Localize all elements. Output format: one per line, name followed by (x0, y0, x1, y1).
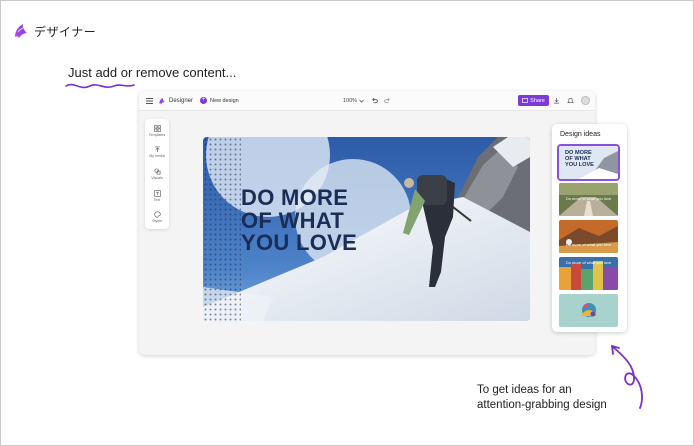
design-idea-thumb[interactable]: Do more of what you love (559, 257, 618, 290)
bell-icon (567, 98, 574, 103)
zoom-select[interactable]: 100% (343, 91, 364, 110)
canvas-headline-line: OF WHAT (241, 207, 345, 233)
sidebar-item-my-media[interactable]: My media (145, 146, 169, 158)
thumb-image (559, 294, 618, 327)
design-idea-thumb[interactable]: DO MORE OF WHAT YOU LOVE (557, 144, 620, 181)
grid-icon (153, 125, 161, 132)
thumb-caption: Do more of what you love (565, 196, 612, 201)
shapes-icon (154, 168, 160, 175)
share-icon (522, 98, 529, 103)
download-icon (553, 97, 560, 104)
curly-arrow-icon (611, 345, 643, 409)
sidebar-item-label: Templates (148, 133, 166, 137)
canvas-headline-line: DO MORE (241, 185, 349, 210)
menu-button[interactable] (146, 91, 153, 110)
sidebar-item-label: Text (153, 198, 161, 202)
new-design-label: New design (210, 97, 239, 104)
tool-sidebar: Templates My media Visuals Text Styles (145, 119, 169, 229)
sidebar-item-templates[interactable]: Templates (145, 125, 169, 137)
plus-icon: + (200, 97, 207, 104)
design-ideas-panel: Design ideas DO MORE OF WHAT YOU LOVE Do… (552, 124, 627, 332)
hamburger-icon (146, 97, 153, 104)
download-button[interactable] (553, 91, 560, 110)
tip-text: To get ideas for an attention-grabbing d… (477, 383, 607, 413)
new-design-button[interactable]: + New design (200, 91, 239, 110)
share-label: Share (530, 97, 545, 104)
underline-squiggle (65, 83, 135, 89)
account-button[interactable] (581, 91, 590, 110)
designer-logo-icon (15, 24, 27, 38)
undo-button[interactable] (371, 91, 378, 110)
palette-icon (153, 211, 161, 218)
redo-button[interactable] (384, 91, 391, 110)
designer-brand: デザイナー (12, 22, 96, 40)
thumb-caption: Do more of what you love (565, 242, 612, 247)
design-idea-thumb[interactable]: Do more of what you love (559, 220, 618, 253)
canvas-headline-line: YOU LOVE (241, 230, 358, 255)
text-icon (153, 190, 161, 197)
sidebar-item-text[interactable]: Text (145, 190, 169, 202)
design-idea-thumb[interactable]: Do more of what you love (559, 183, 618, 216)
design-canvas[interactable]: DO MORE OF WHAT YOU LOVE (203, 137, 530, 321)
zoom-value: 100% (343, 97, 358, 104)
share-button[interactable]: Share (518, 95, 549, 106)
thumb-headline-line: YOU LOVE (565, 161, 594, 168)
canvas-headline[interactable]: DO MORE OF WHAT YOU LOVE (241, 185, 358, 255)
tip-line: To get ideas for an (477, 384, 572, 396)
design-idea-thumb[interactable] (559, 294, 618, 327)
thumb-headline: DO MORE OF WHAT YOU LOVE (565, 150, 594, 168)
upload-icon (154, 146, 160, 153)
thumb-image (559, 220, 618, 253)
undo-icon (372, 98, 378, 104)
headline: Just add or remove content... (68, 65, 237, 80)
thumb-caption: Do more of what you love (565, 260, 612, 265)
app-toolbar: Designer + New design 100% Share (139, 91, 595, 111)
app-window: Designer + New design 100% Share Templat… (139, 91, 595, 355)
avatar (581, 96, 590, 105)
tip-line: attention-grabbing design (477, 399, 607, 411)
sidebar-item-label: Visuals (151, 176, 163, 180)
sidebar-item-styles[interactable]: Styles (145, 211, 169, 223)
app-brand[interactable]: Designer (158, 91, 193, 110)
redo-icon (384, 98, 390, 104)
chevron-down-icon (359, 99, 364, 103)
sidebar-item-label: Styles (152, 219, 162, 223)
designer-logo-icon (159, 97, 165, 104)
design-ideas-title: Design ideas (560, 131, 601, 138)
app-brand-label: Designer (169, 97, 194, 104)
sidebar-item-label: My media (149, 154, 165, 158)
sidebar-item-visuals[interactable]: Visuals (145, 168, 169, 180)
brand-label: デザイナー (34, 24, 97, 39)
notifications-button[interactable] (567, 91, 574, 110)
